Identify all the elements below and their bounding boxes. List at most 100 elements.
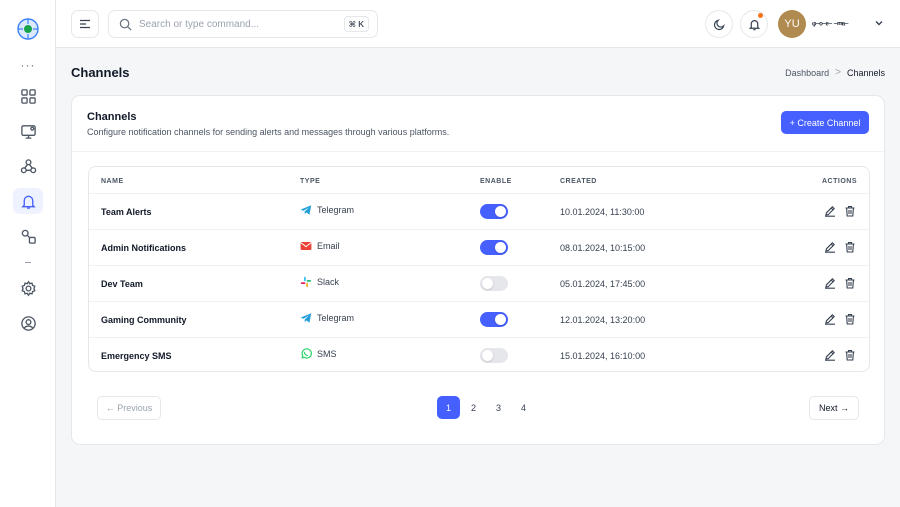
settings-gear-icon — [20, 279, 36, 297]
created-date: 08.01.2024, 10:15:00 — [560, 243, 646, 253]
table-row: Dev Team Slack 05.01.2024, 17:45:00 — [89, 265, 869, 301]
search-bar[interactable]: ⌘ K — [108, 10, 378, 38]
table-row: Emergency SMS SMS 15.01.2024, 16:10:00 — [89, 337, 869, 371]
channels-table: NAME TYPE ENABLE CREATED ACTIONS Team Al… — [88, 166, 870, 372]
channel-name: Emergency SMS — [101, 351, 172, 361]
delete-trash-icon[interactable] — [844, 241, 856, 253]
next-page-button[interactable]: Next → — [809, 396, 859, 420]
delete-trash-icon[interactable] — [844, 277, 856, 289]
breadcrumb: Dashboard > Channels — [785, 67, 885, 78]
top-header: ⌘ K YU ᵩ₋ₒ₋ₑ₋ ₋ₘₐ₋ — [56, 0, 900, 48]
column-header-name[interactable]: NAME — [101, 178, 124, 185]
moon-icon — [713, 18, 725, 30]
search-input[interactable] — [139, 18, 339, 30]
enable-toggle[interactable] — [480, 240, 508, 255]
channel-name: Dev Team — [101, 279, 143, 289]
channel-type-label: Slack — [317, 277, 340, 287]
dashboard-grid-icon — [20, 88, 36, 104]
page-number-1[interactable]: 1 — [437, 396, 460, 419]
telegram-icon — [300, 205, 312, 215]
menu-lines-icon — [80, 19, 90, 29]
channel-type: Email — [300, 240, 340, 252]
previous-page-button[interactable]: ← Previous — [97, 396, 161, 420]
enable-toggle[interactable] — [480, 348, 508, 363]
table-row: Team Alerts Telegram 10.01.2024, 11:30:0… — [89, 193, 869, 229]
enable-toggle[interactable] — [480, 276, 508, 291]
sidebar-item-notifications[interactable] — [13, 188, 43, 214]
sidebar-item-settings[interactable] — [13, 275, 43, 301]
create-channel-button[interactable]: + Create Channel — [781, 111, 869, 134]
search-icon — [119, 18, 132, 31]
app-logo-icon[interactable] — [17, 18, 39, 40]
toggle-knob — [482, 278, 493, 289]
notifications-button[interactable] — [740, 10, 768, 38]
created-date: 12.01.2024, 13:20:00 — [560, 315, 646, 325]
email-envelope-icon — [300, 242, 312, 250]
sidebar-item-profile[interactable] — [13, 310, 43, 336]
page-number-4[interactable]: 4 — [512, 396, 535, 419]
page-number-2[interactable]: 2 — [462, 396, 485, 419]
edit-pencil-icon[interactable] — [824, 205, 836, 217]
toggle-knob — [495, 206, 506, 217]
channel-type-label: Email — [317, 241, 340, 251]
page-number-3[interactable]: 3 — [487, 396, 510, 419]
search-shortcut-badge: ⌘ K — [343, 16, 369, 32]
channel-type-label: Telegram — [317, 205, 355, 215]
sidebar-item-monitor[interactable] — [13, 118, 43, 144]
chevron-down-icon[interactable] — [874, 18, 884, 28]
table-row: Gaming Community Telegram 12.01.2024, 13… — [89, 301, 869, 337]
sidebar-section-dots: ··· — [20, 58, 36, 72]
whatsapp-sms-icon — [301, 348, 312, 359]
delete-trash-icon[interactable] — [844, 349, 856, 361]
edit-pencil-icon[interactable] — [824, 241, 836, 253]
enable-toggle[interactable] — [480, 204, 508, 219]
sidebar-item-dashboard[interactable] — [13, 83, 43, 109]
breadcrumb-current: Channels — [846, 67, 885, 78]
sidebar-item-webhooks[interactable] — [13, 153, 43, 179]
monitor-icon — [20, 124, 36, 139]
column-header-type[interactable]: TYPE — [300, 178, 320, 185]
edit-pencil-icon[interactable] — [824, 313, 836, 325]
table-row: Admin Notifications Email 08.01.2024, 10… — [89, 229, 869, 265]
sidebar-item-integrations[interactable] — [13, 223, 43, 249]
integrations-icon — [21, 229, 36, 244]
page-title: Channels — [71, 65, 130, 80]
telegram-icon — [300, 313, 312, 323]
delete-trash-icon[interactable] — [844, 313, 856, 325]
toggle-knob — [495, 314, 506, 325]
sidebar: ··· — [0, 0, 56, 507]
edit-pencil-icon[interactable] — [824, 349, 836, 361]
sidebar-divider — [25, 262, 31, 263]
created-date: 15.01.2024, 16:10:00 — [560, 351, 646, 361]
user-name-label[interactable]: ᵩ₋ₒ₋ₑ₋ ₋ₘₐ₋ — [812, 17, 849, 28]
channel-type: Telegram — [300, 204, 354, 216]
channel-type: Telegram — [300, 312, 354, 324]
breadcrumb-dashboard-link[interactable]: Dashboard — [785, 68, 829, 78]
channel-name: Admin Notifications — [101, 243, 186, 253]
edit-pencil-icon[interactable] — [824, 277, 836, 289]
column-header-enable[interactable]: ENABLE — [480, 178, 512, 185]
delete-trash-icon[interactable] — [844, 205, 856, 217]
bell-icon — [748, 19, 760, 30]
column-header-actions: ACTIONS — [822, 178, 857, 185]
sidebar-toggle-button[interactable] — [71, 10, 99, 38]
created-date: 05.01.2024, 17:45:00 — [560, 279, 646, 289]
card-title: Channels — [87, 111, 137, 123]
notification-indicator-dot — [758, 13, 763, 18]
bell-icon — [20, 195, 36, 209]
card-divider — [72, 151, 884, 152]
user-avatar[interactable]: YU — [778, 10, 806, 38]
column-header-created[interactable]: CREATED — [560, 178, 597, 185]
card-description: Configure notification channels for send… — [87, 127, 450, 137]
channel-name: Team Alerts — [101, 207, 152, 217]
toggle-knob — [482, 350, 493, 361]
user-circle-icon — [20, 315, 36, 331]
channels-card: Channels Configure notification channels… — [71, 95, 885, 445]
theme-toggle-button[interactable] — [705, 10, 733, 38]
enable-toggle[interactable] — [480, 312, 508, 327]
channel-type: Slack — [300, 276, 339, 288]
channel-type: SMS — [300, 348, 337, 360]
created-date: 10.01.2024, 11:30:00 — [560, 207, 645, 217]
webhook-icon — [20, 158, 36, 173]
channel-type-label: Telegram — [317, 313, 355, 323]
